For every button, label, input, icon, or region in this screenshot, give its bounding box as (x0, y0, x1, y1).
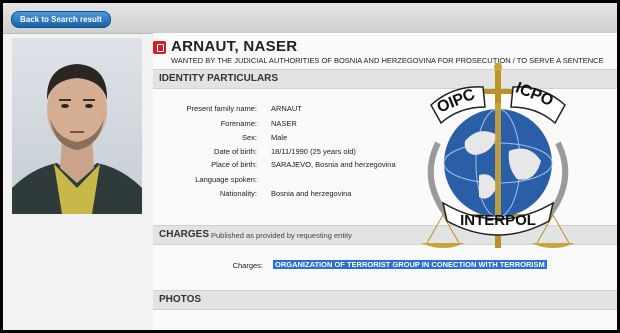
field-label: Nationality: (219, 189, 257, 198)
field-label: Date of birth: (214, 147, 257, 156)
interpol-emblem-icon: OIPC ICPO INTERPOL (421, 63, 575, 248)
field-value: Bosnia and herzegovina (271, 189, 352, 198)
emblem-text-interpol: INTERPOL (460, 212, 536, 229)
field-label: Language spoken: (195, 175, 257, 184)
browser-frame: Back to Search result ARNAUT, NASER WANT… (3, 3, 617, 330)
red-notice-icon (153, 41, 166, 54)
field-label: Forename: (220, 119, 257, 128)
suspect-photo[interactable] (12, 38, 142, 214)
charges-label: Charges: (232, 261, 263, 270)
person-name: ARNAUT, NASER (171, 38, 298, 55)
charges-value-selected[interactable]: ORGANIZATION OF TERRORIST GROUP IN CONEC… (273, 260, 547, 269)
photos-section-title: PHOTOS (159, 294, 202, 305)
field-value: ARNAUT (271, 104, 302, 113)
field-label: Place of birth: (211, 160, 257, 169)
top-toolbar: Back to Search result (3, 3, 617, 34)
field-value: SARAJEVO, Bosnia and herzegovina (271, 160, 396, 169)
charges-section-title: CHARGES (159, 229, 210, 240)
back-to-search-button[interactable]: Back to Search result (11, 11, 111, 28)
field-value: Male (271, 133, 288, 142)
charges-row: Charges: ORGANIZATION OF TERRORIST GROUP… (153, 260, 617, 273)
field-value: 18/11/1990 (25 years old) (271, 147, 356, 156)
identity-section-title: IDENTITY PARTICULARS (159, 73, 279, 84)
photos-section-header[interactable]: PHOTOS (153, 290, 617, 310)
field-label: Sex: (241, 133, 257, 142)
charges-section-subtitle: Published as provided by requesting enti… (211, 231, 352, 240)
field-value: NASER (271, 119, 297, 128)
portrait-image (12, 38, 142, 214)
field-label: Present family name: (186, 104, 257, 113)
